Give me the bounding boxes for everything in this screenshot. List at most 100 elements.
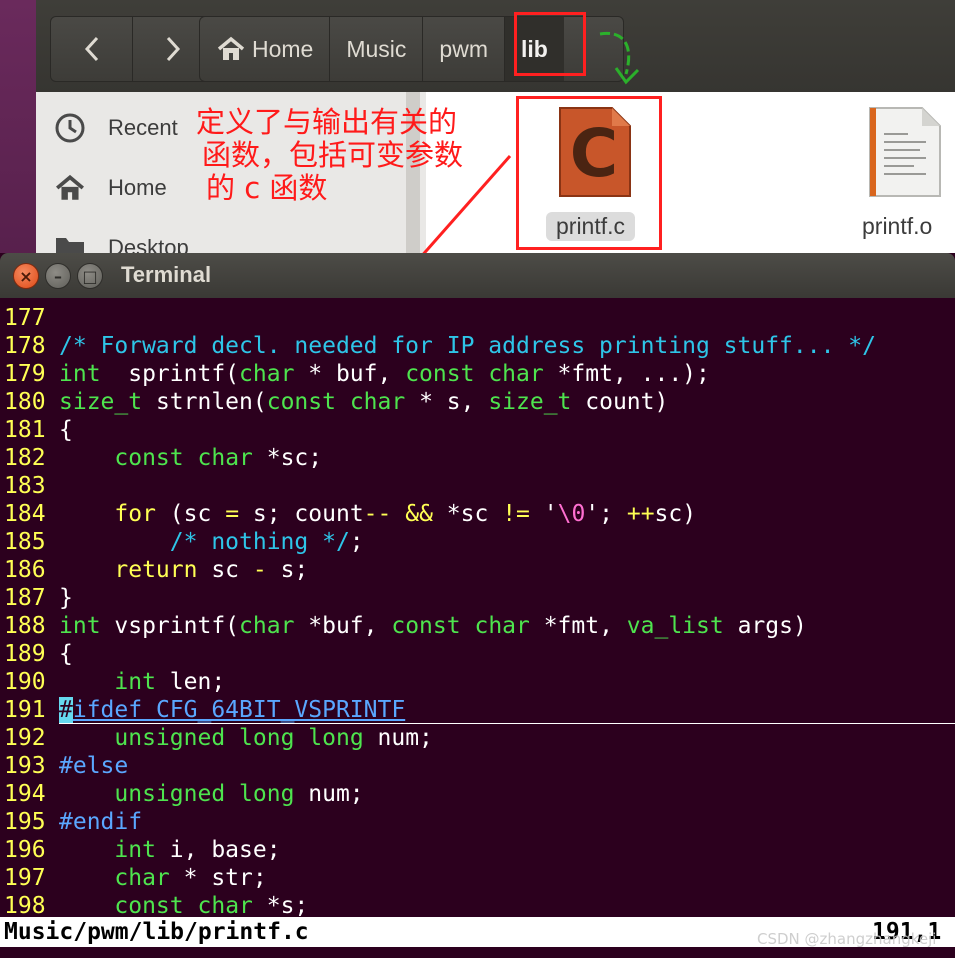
home-icon: [56, 174, 84, 200]
minimize-button[interactable]: –: [45, 263, 71, 289]
close-button[interactable]: ×: [13, 263, 39, 289]
breadcrumb-music[interactable]: Music: [329, 17, 422, 81]
line-number: 191: [4, 697, 46, 723]
breadcrumb: Home Music pwm lib: [199, 16, 624, 82]
code-line: 184 for (sc = s; count-- && *sc != '\0';…: [0, 500, 955, 528]
annotation-line: 定义了与输出有关的: [196, 105, 458, 139]
line-number: 197: [4, 865, 46, 891]
breadcrumb-pwm[interactable]: pwm: [422, 17, 504, 81]
code-token: /* nothing */: [169, 529, 350, 555]
sidebar-item-home[interactable]: Home: [54, 174, 167, 202]
code-line: 188 int vsprintf(char *buf, const char *f…: [0, 612, 955, 640]
code-token: #endif: [59, 809, 143, 835]
code-token: #: [59, 697, 73, 723]
line-number: 180: [4, 389, 46, 415]
code-token: long: [239, 781, 295, 807]
code-token: {: [59, 641, 73, 667]
file-manager-header: Home Music pwm lib: [36, 0, 955, 92]
code-line: 187}: [0, 584, 955, 612]
sidebar-item-label: Recent: [108, 115, 178, 140]
code-line: 198 const char *s;: [0, 892, 955, 920]
code-line: 191 #ifdef CFG_64BIT_VSPRINTF: [0, 696, 955, 724]
chevron-right-icon: [166, 36, 181, 62]
code-token: s;: [266, 557, 309, 583]
code-token: int: [114, 669, 156, 695]
file-item-printf-c[interactable]: C printf.c: [540, 104, 650, 244]
sidebar-item-label: Home: [108, 175, 167, 200]
code-token: size_t: [59, 389, 143, 415]
code-token: -: [252, 557, 267, 583]
code-token: for: [114, 501, 156, 527]
watermark: CSDN @zhangzhangkeji: [757, 930, 937, 948]
terminal-window: × – □ Terminal 177 178 /* Forward decl. ne…: [0, 253, 955, 958]
code-token: vsprintf(: [100, 613, 240, 639]
line-number: 187: [4, 585, 46, 611]
home-icon: [217, 36, 245, 60]
breadcrumb-home[interactable]: Home: [200, 17, 329, 81]
code-token: ;: [349, 529, 364, 555]
code-line: 180 size_t strnlen(const char * s, size_t…: [0, 388, 955, 416]
code-token: char: [114, 865, 170, 891]
code-token: *sc: [432, 501, 503, 527]
code-line: 179 int sprintf(char * buf, const char *f…: [0, 360, 955, 388]
line-number: 185: [4, 529, 46, 555]
breadcrumb-label: lib: [520, 35, 548, 62]
code-token: !=: [502, 501, 530, 527]
code-token: =: [225, 501, 240, 527]
code-token: --: [363, 501, 392, 527]
code-token: int: [59, 613, 101, 639]
screenshot: Home Music pwm lib Recent Home Desktop C…: [0, 0, 955, 958]
green-arrow: [599, 31, 640, 85]
code-token: char: [197, 893, 253, 919]
code-token: *s;: [252, 893, 309, 919]
code-token: *buf,: [294, 613, 392, 639]
code-token: #else: [59, 753, 129, 779]
file-item-printf-o[interactable]: printf.o: [856, 104, 955, 244]
sidebar-item-recent[interactable]: Recent: [54, 112, 178, 144]
close-icon: ×: [19, 266, 33, 286]
code-token: const: [114, 445, 184, 471]
code-token: unsigned: [114, 781, 226, 807]
desktop-background: [0, 0, 38, 260]
line-number: 178: [4, 333, 46, 359]
breadcrumb-lib[interactable]: lib: [503, 17, 564, 81]
line-number: 181: [4, 417, 46, 443]
maximize-button[interactable]: □: [77, 263, 103, 289]
code-editor[interactable]: 177 178 /* Forward decl. needed for IP add…: [0, 304, 955, 920]
code-token: &&: [405, 501, 433, 527]
code-token: num;: [363, 725, 433, 751]
code-line: 190 int len;: [0, 668, 955, 696]
navigation-buttons: [50, 16, 214, 82]
code-token: char: [197, 445, 253, 471]
code-token: ': [529, 501, 558, 527]
code-line: 194 unsigned long num;: [0, 780, 955, 808]
code-token: va_list: [626, 613, 724, 639]
code-token: * str;: [169, 865, 267, 891]
code-token: sprintf(: [100, 361, 240, 387]
code-token: char: [239, 361, 295, 387]
back-button[interactable]: [51, 17, 132, 81]
breadcrumb-label: Home: [252, 35, 314, 62]
code-token: char: [239, 613, 295, 639]
code-token: int: [114, 837, 156, 863]
code-token: *sc;: [252, 445, 323, 471]
terminal-title: Terminal: [121, 262, 212, 287]
code-line: 183: [0, 472, 955, 500]
code-line: 189 {: [0, 640, 955, 668]
code-token: * buf,: [294, 361, 406, 387]
minimize-icon: –: [54, 266, 62, 286]
